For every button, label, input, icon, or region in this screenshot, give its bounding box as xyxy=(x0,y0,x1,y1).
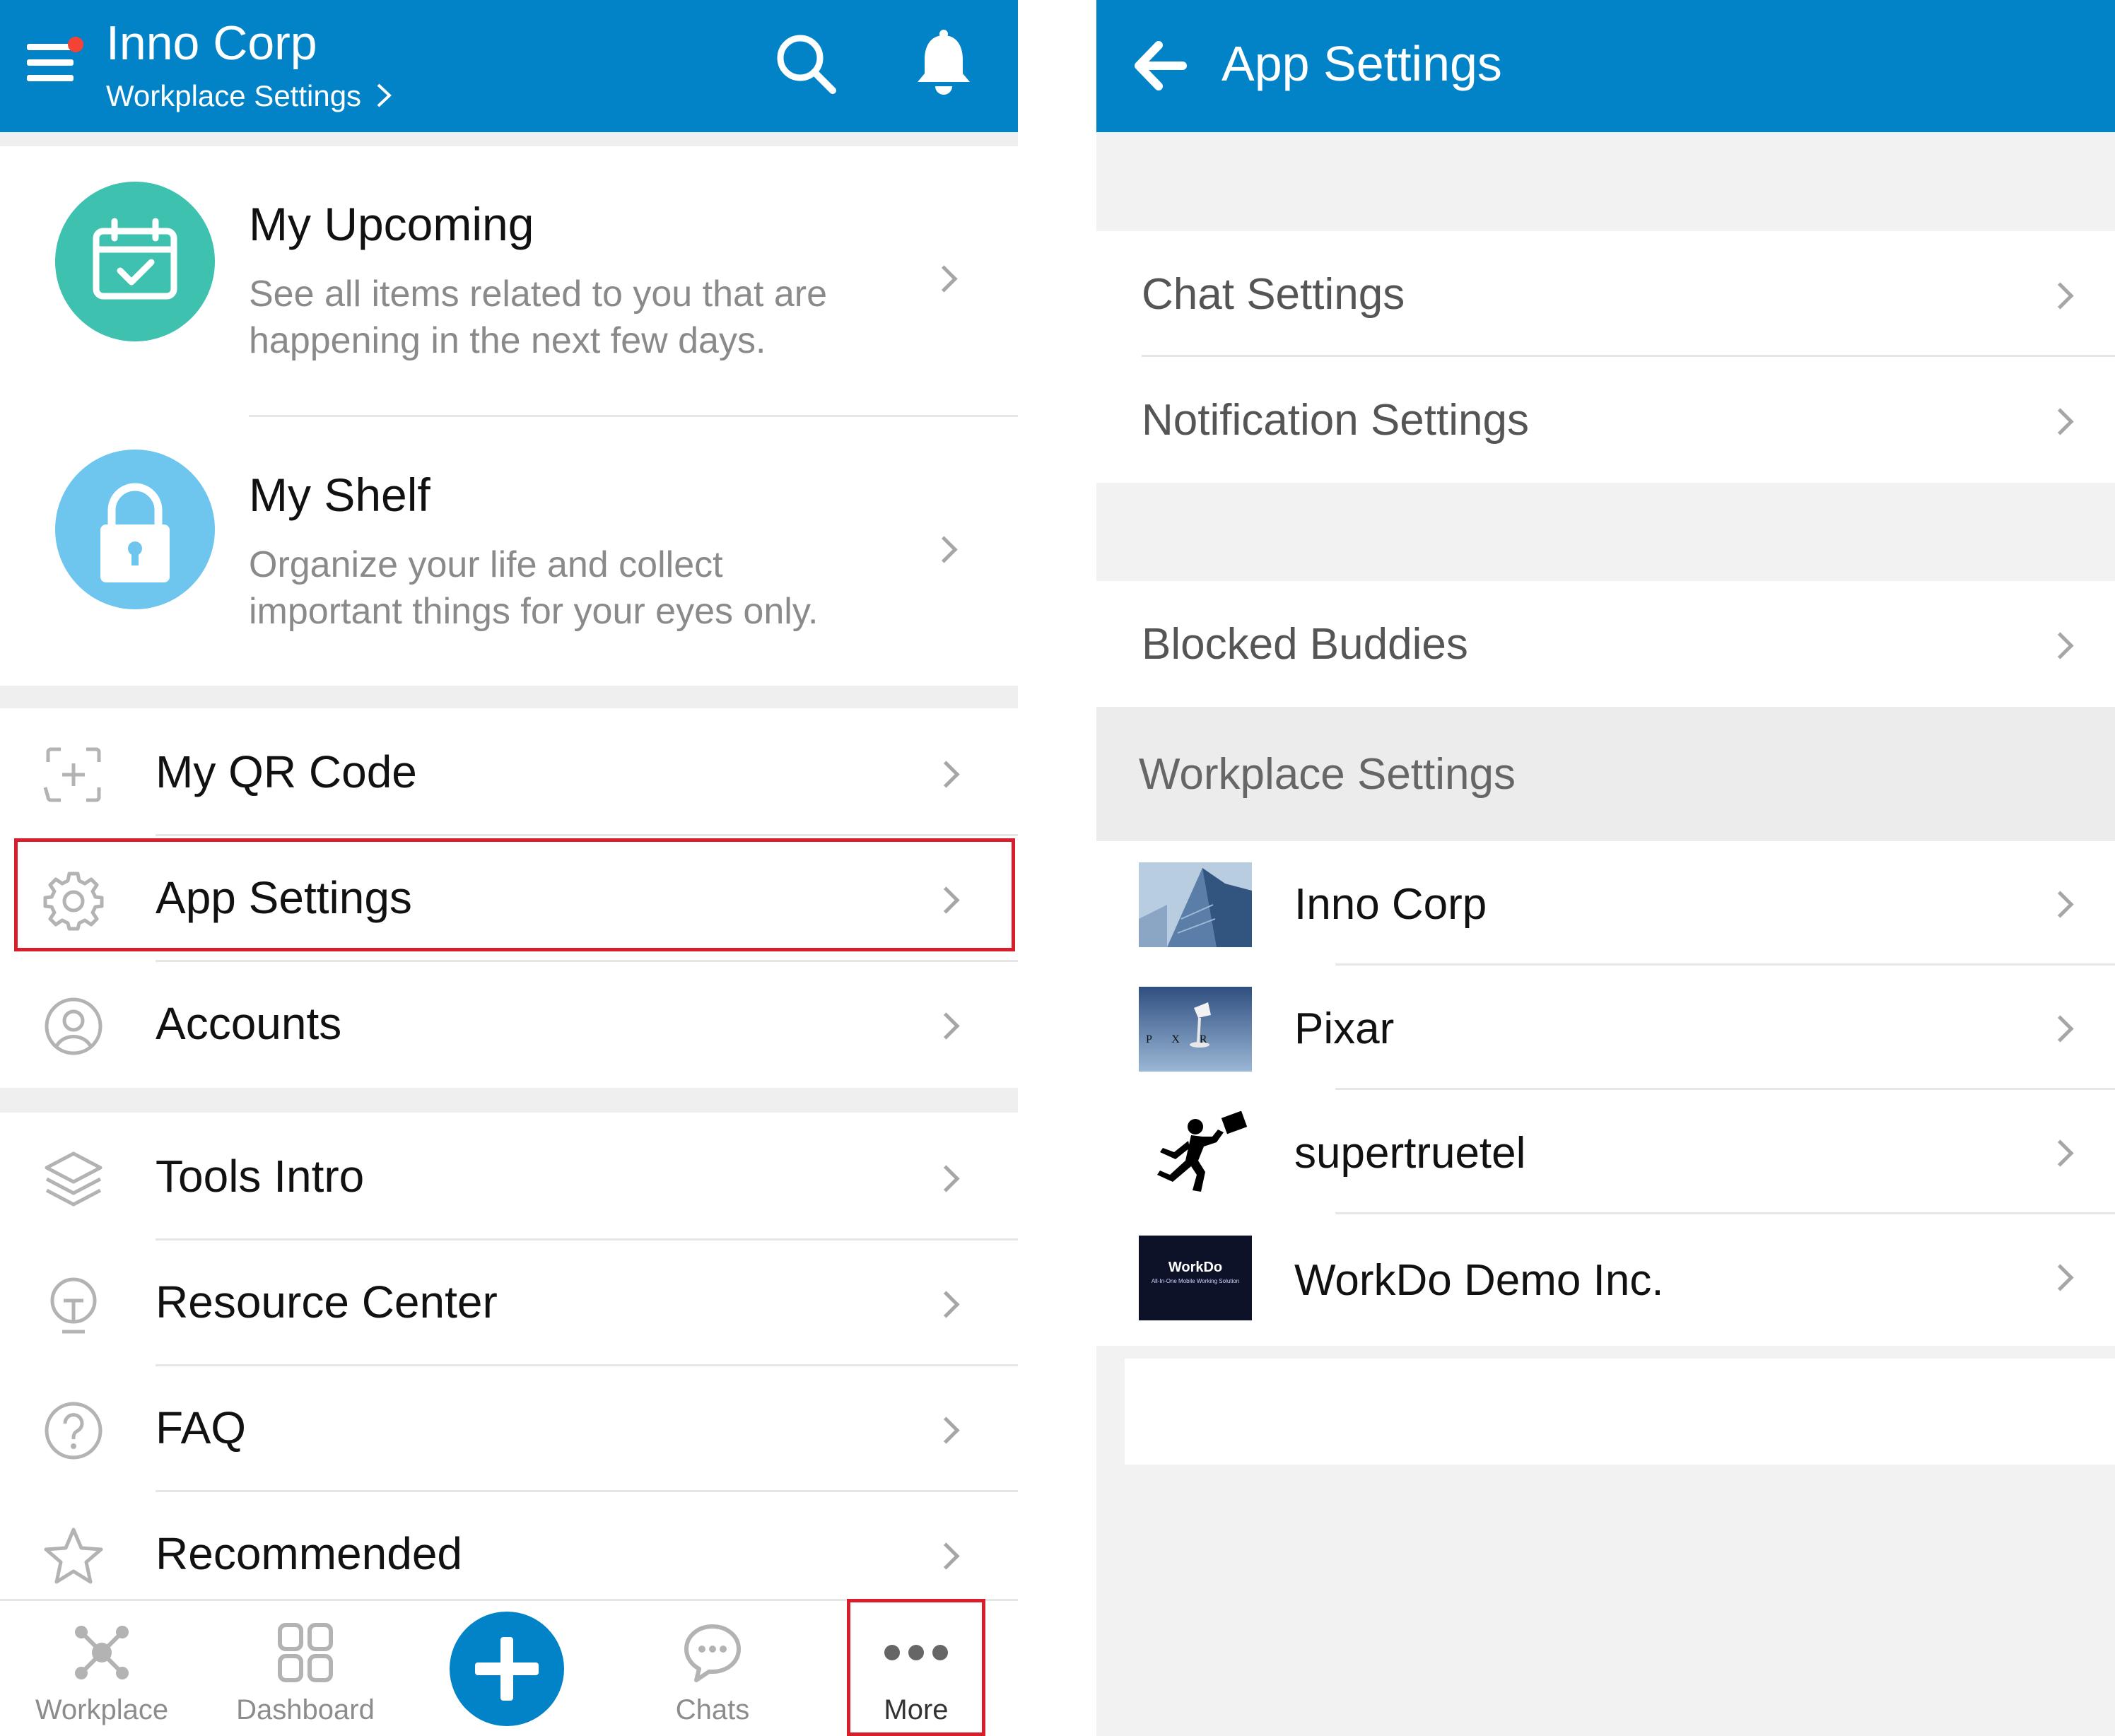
more-tab-highlight xyxy=(847,1599,985,1736)
running-man-thumbnail xyxy=(1139,1111,1252,1196)
menu-item-recommended[interactable]: Recommended xyxy=(0,1492,1018,1599)
workplace-settings-header: Workplace Settings xyxy=(1096,707,2115,841)
tab-label: Dashboard xyxy=(236,1694,375,1725)
app-settings-screen: App Settings Chat Settings Notification … xyxy=(1096,0,2115,1736)
tab-workplace[interactable]: Workplace xyxy=(17,1601,187,1736)
spacer xyxy=(0,132,1018,146)
feature-description: See all items related to you that are ha… xyxy=(249,274,828,361)
workplace-item-inno-corp[interactable]: Inno Corp xyxy=(1096,841,2115,966)
chevron-right-icon xyxy=(930,536,958,563)
menu-item-accounts[interactable]: Accounts xyxy=(0,962,1018,1088)
search-icon[interactable] xyxy=(773,31,838,96)
workplace-name: Pixar xyxy=(1294,1004,1395,1053)
lightbulb-icon xyxy=(50,1277,97,1334)
tab-label: Workplace xyxy=(35,1694,169,1725)
chat-settings-item[interactable]: Chat Settings xyxy=(1096,231,2115,357)
chevron-right-icon xyxy=(2046,632,2074,659)
tab-label: Chats xyxy=(675,1694,750,1725)
chevron-right-icon xyxy=(2046,1015,2074,1043)
section-gap xyxy=(0,686,1018,708)
workplace-settings-label: Workplace Settings xyxy=(106,79,362,112)
menu-item-my-qr-code[interactable]: My QR Code xyxy=(0,710,1018,836)
section-title: Workplace Settings xyxy=(1139,750,1516,799)
menu-item-label: Recommended xyxy=(156,1528,462,1579)
lock-icon xyxy=(55,450,215,609)
empty-area xyxy=(1125,1359,2115,1465)
blocked-buddies-item[interactable]: Blocked Buddies xyxy=(1096,581,2115,707)
feature-title: My Upcoming xyxy=(249,198,534,250)
feature-title: My Shelf xyxy=(249,469,430,521)
menu-item-label: FAQ xyxy=(156,1402,247,1453)
chevron-right-icon xyxy=(2046,1139,2074,1167)
chevron-right-icon xyxy=(2046,282,2074,310)
grid-icon xyxy=(278,1623,333,1682)
thumb-text: WorkDo xyxy=(1168,1260,1223,1275)
workplace-name: Inno Corp xyxy=(1294,880,1487,929)
notification-dot xyxy=(68,37,83,52)
workplace-name: WorkDo Demo Inc. xyxy=(1294,1256,1664,1305)
chevron-right-icon xyxy=(932,1012,960,1040)
page-title: App Settings xyxy=(1221,36,1502,91)
tab-chats[interactable]: Chats xyxy=(628,1601,797,1736)
question-circle-icon xyxy=(45,1402,102,1460)
more-screen: Inno Corp Workplace Settings My Upcoming… xyxy=(0,0,1018,1736)
chevron-right-icon xyxy=(932,1542,960,1570)
chat-bubble-icon xyxy=(684,1624,741,1682)
menu-item-label: Tools Intro xyxy=(156,1151,365,1202)
chevron-right-icon xyxy=(932,1417,960,1444)
network-icon xyxy=(75,1626,129,1679)
section-gap xyxy=(0,1088,1018,1113)
workplace-item-pixar[interactable]: P X R Pixar xyxy=(1096,966,2115,1090)
top-app-bar: App Settings xyxy=(1096,0,2115,132)
menu-item-label: My QR Code xyxy=(156,746,417,797)
chevron-right-icon xyxy=(932,761,960,788)
menu-item-label: Resource Center xyxy=(156,1277,498,1327)
settings-item-label: Blocked Buddies xyxy=(1142,620,1468,669)
pixar-lamp-thumbnail: P X R xyxy=(1139,987,1252,1072)
my-upcoming-card[interactable]: My Upcoming See all items related to you… xyxy=(0,146,1018,415)
workdo-thumbnail: WorkDo All-In-One Mobile Working Solutio… xyxy=(1139,1236,1252,1320)
menu-item-resource-center[interactable]: Resource Center xyxy=(0,1241,1018,1366)
skyscraper-thumbnail xyxy=(1139,862,1252,947)
bell-icon[interactable] xyxy=(912,30,976,98)
tab-dashboard[interactable]: Dashboard xyxy=(221,1601,390,1736)
app-settings-highlight xyxy=(14,838,1015,951)
settings-item-label: Chat Settings xyxy=(1142,270,1405,319)
chevron-right-icon xyxy=(2046,408,2074,435)
feature-description: Organize your life and collect important… xyxy=(249,544,819,632)
settings-item-label: Notification Settings xyxy=(1142,396,1529,445)
workplace-item-supertruetel[interactable]: supertruetel xyxy=(1096,1090,2115,1214)
back-arrow-icon[interactable] xyxy=(1130,37,1188,95)
chevron-right-icon xyxy=(932,1291,960,1318)
qr-scan-icon xyxy=(43,747,101,802)
star-icon xyxy=(44,1527,103,1584)
chevron-right-icon xyxy=(932,1165,960,1192)
workplace-name: supertruetel xyxy=(1294,1129,1526,1178)
workplace-item-workdo-demo[interactable]: WorkDo All-In-One Mobile Working Solutio… xyxy=(1096,1214,2115,1346)
org-title[interactable]: Inno Corp xyxy=(106,16,317,71)
user-circle-icon xyxy=(45,997,102,1055)
thumb-text: P X R xyxy=(1146,1033,1216,1045)
chevron-right-icon xyxy=(930,265,958,293)
workplace-settings-link[interactable]: Workplace Settings xyxy=(106,79,394,113)
chevron-right-icon xyxy=(2046,891,2074,918)
thumb-subtext: All-In-One Mobile Working Solution xyxy=(1151,1278,1240,1284)
menu-item-tools-intro[interactable]: Tools Intro xyxy=(0,1115,1018,1241)
chevron-right-icon xyxy=(377,83,392,107)
menu-item-faq[interactable]: FAQ xyxy=(0,1366,1018,1492)
layers-icon xyxy=(45,1151,102,1207)
add-button[interactable] xyxy=(450,1612,564,1726)
chevron-right-icon xyxy=(2046,1264,2074,1291)
calendar-check-icon xyxy=(55,182,215,341)
hamburger-menu-icon[interactable] xyxy=(27,44,74,82)
menu-item-label: Accounts xyxy=(156,998,342,1049)
top-app-bar: Inno Corp Workplace Settings xyxy=(0,0,1018,132)
notification-settings-item[interactable]: Notification Settings xyxy=(1096,357,2115,483)
my-shelf-card[interactable]: My Shelf Organize your life and collect … xyxy=(0,417,1018,686)
